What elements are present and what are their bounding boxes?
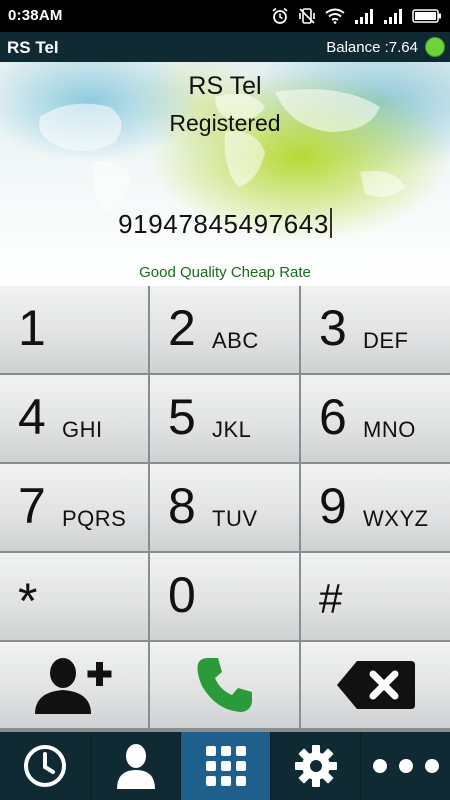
key-star[interactable]: *: [0, 553, 148, 640]
key-0[interactable]: 0: [150, 553, 299, 640]
key-3[interactable]: 3 DEF: [301, 286, 450, 373]
wifi-icon: [325, 8, 345, 24]
key-hash[interactable]: #: [301, 553, 450, 640]
key-letters: ABC: [212, 328, 259, 353]
recent-calls-icon: [24, 745, 66, 787]
key-7[interactable]: 7 PQRS: [0, 464, 148, 551]
key-digit: 0: [168, 567, 196, 623]
battery-icon: [412, 9, 441, 23]
key-digit: 3: [319, 300, 347, 356]
status-time: 0:38AM: [8, 7, 63, 24]
contacts-icon: [116, 744, 155, 789]
key-8[interactable]: 8 TUV: [150, 464, 299, 551]
status-bar: 0:38AM: [0, 0, 450, 32]
key-digit: 9: [319, 478, 347, 534]
key-4[interactable]: 4 GHI: [0, 375, 148, 462]
key-digit: 4: [18, 389, 46, 445]
tagline: Good Quality Cheap Rate: [139, 264, 311, 281]
add-contact-icon: [35, 658, 112, 714]
key-letters: MNO: [363, 417, 416, 442]
key-digit: *: [18, 573, 38, 629]
connection-status-icon: [425, 37, 445, 57]
bottom-nav: [0, 732, 450, 800]
key-digit: 7: [18, 478, 46, 534]
key-letters: WXYZ: [363, 506, 429, 531]
call-icon: [197, 658, 252, 712]
app-title: RS Tel: [7, 38, 59, 57]
alarm-icon: [272, 7, 288, 24]
backspace-button[interactable]: [301, 642, 450, 728]
balance-label: Balance :7.64: [326, 39, 418, 56]
key-digit: 2: [168, 300, 196, 356]
status-icons: [271, 6, 442, 26]
nav-dialpad[interactable]: [180, 732, 270, 800]
key-digit: 1: [18, 300, 46, 356]
dialpad-icon: [205, 746, 246, 786]
key-digit: 5: [168, 389, 196, 445]
settings-icon: [294, 745, 337, 787]
dialed-number-field[interactable]: 91947845497643: [0, 208, 450, 240]
nav-contacts[interactable]: [90, 732, 180, 800]
app-bar: RS Tel Balance :7.64: [0, 32, 450, 62]
key-digit: #: [319, 575, 343, 622]
key-2[interactable]: 2 ABC: [150, 286, 299, 373]
text-cursor: [329, 208, 332, 238]
nav-recent-calls[interactable]: [0, 732, 90, 800]
add-contact-button[interactable]: [0, 642, 148, 728]
nav-more[interactable]: [360, 732, 450, 800]
key-letters: DEF: [363, 328, 409, 353]
backspace-icon: [336, 661, 415, 709]
key-9[interactable]: 9 WXYZ: [301, 464, 450, 551]
nav-settings[interactable]: [270, 732, 360, 800]
provider-name: RS Tel: [188, 72, 262, 100]
key-6[interactable]: 6 MNO: [301, 375, 450, 462]
key-letters: GHI: [62, 417, 103, 442]
keypad: 1 2 ABC 3 DEF 4 GHI 5 JKL 6 MNO 7 PQRS 8…: [0, 286, 450, 732]
vibrate-icon: [299, 8, 315, 24]
call-button[interactable]: [150, 642, 299, 728]
key-letters: TUV: [212, 506, 258, 531]
more-icon: [372, 759, 439, 773]
key-5[interactable]: 5 JKL: [150, 375, 299, 462]
key-digit: 6: [319, 389, 347, 445]
signal-icon: [355, 9, 373, 24]
signal-icon: [384, 9, 402, 24]
key-letters: PQRS: [62, 506, 127, 531]
key-letters: JKL: [212, 417, 252, 442]
dialed-number-text: 91947845497643: [118, 209, 329, 239]
key-1[interactable]: 1: [0, 286, 148, 373]
key-digit: 8: [168, 478, 196, 534]
dialer-header: RS Tel Registered 91947845497643 Good Qu…: [0, 62, 450, 286]
registration-status: Registered: [169, 110, 281, 136]
